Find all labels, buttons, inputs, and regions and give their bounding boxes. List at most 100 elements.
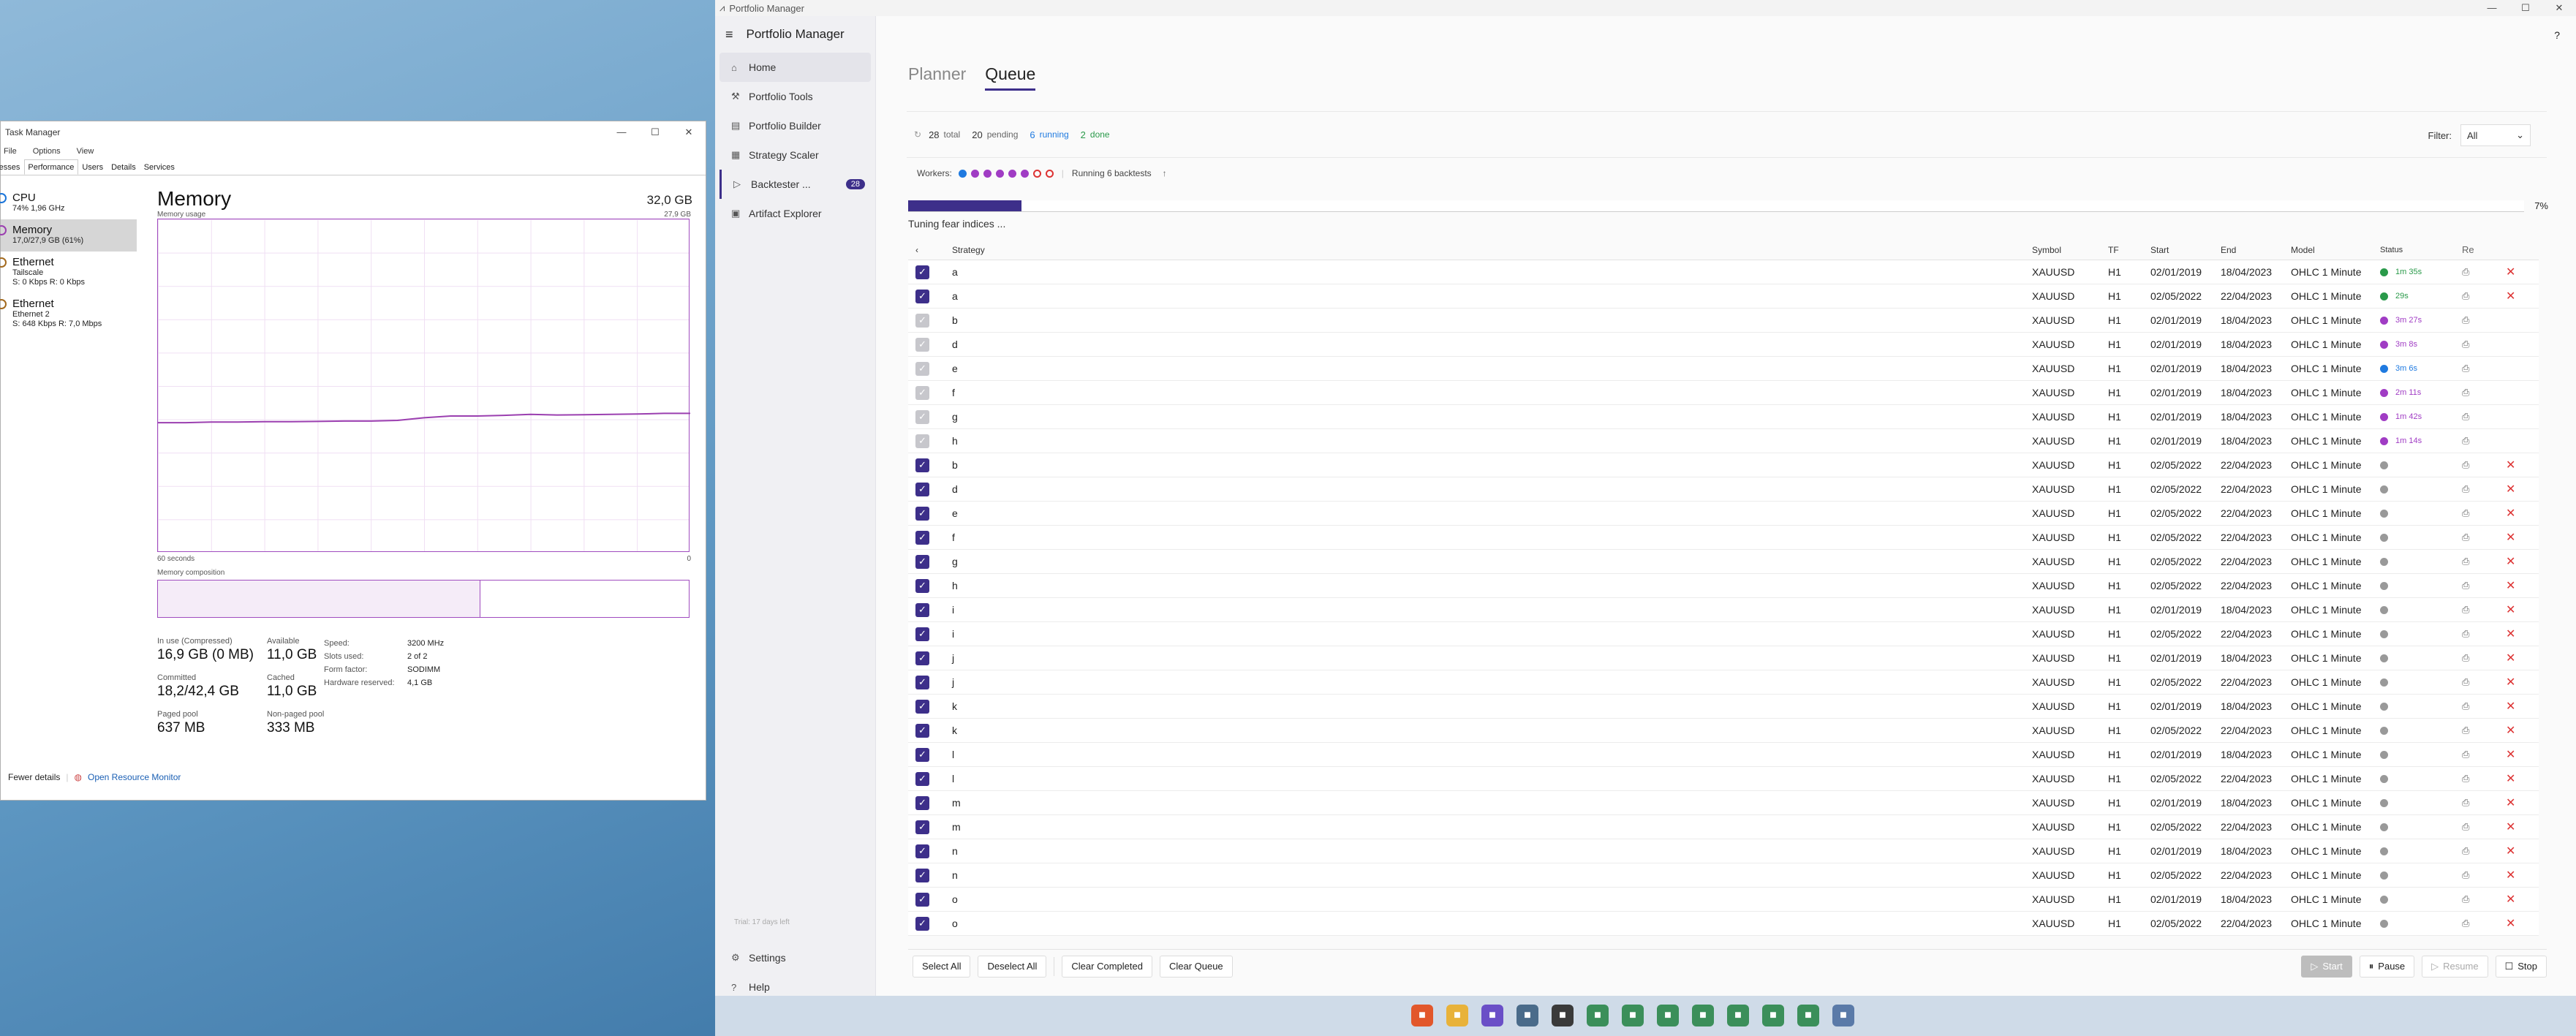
- row-checkbox[interactable]: ✓: [915, 458, 929, 472]
- terminal-icon[interactable]: ■: [1692, 1005, 1714, 1026]
- remove-icon[interactable]: ✕: [2506, 458, 2535, 472]
- remove-icon[interactable]: ✕: [2506, 795, 2535, 810]
- row-checkbox[interactable]: ✓: [915, 482, 929, 496]
- report-icon[interactable]: ⎙: [2462, 459, 2506, 471]
- report-icon[interactable]: ⎙: [2462, 628, 2506, 640]
- filter-select[interactable]: All ⌄: [2460, 124, 2531, 146]
- maximize-icon[interactable]: ☐: [638, 126, 672, 138]
- close-icon[interactable]: ✕: [2542, 2, 2576, 14]
- row-checkbox[interactable]: ✓: [915, 892, 929, 907]
- pause-button[interactable]: ⏸ Pause: [2359, 955, 2415, 978]
- table-row[interactable]: ✓ e XAUUSD H1 02/01/2019 18/04/2023 OHLC 1 Min…: [908, 357, 2539, 381]
- terminal-icon[interactable]: ■: [1622, 1005, 1644, 1026]
- row-checkbox[interactable]: ✓: [915, 385, 929, 400]
- resume-button[interactable]: ▷ Resume: [2422, 955, 2488, 978]
- col-status[interactable]: Status: [2380, 246, 2462, 254]
- table-row[interactable]: ✓ k XAUUSD H1 02/05/2022 22/04/2023 OHLC 1 Min…: [908, 719, 2539, 743]
- file-explorer-icon[interactable]: ■: [1446, 1005, 1468, 1026]
- col-tf[interactable]: TF: [2108, 245, 2150, 255]
- menu-file[interactable]: File: [4, 147, 17, 156]
- row-checkbox[interactable]: ✓: [915, 554, 929, 569]
- row-checkbox[interactable]: ✓: [915, 916, 929, 931]
- remove-icon[interactable]: ✕: [2506, 820, 2535, 834]
- table-row[interactable]: ✓ d XAUUSD H1 02/05/2022 22/04/2023 OHLC 1 Min…: [908, 477, 2539, 502]
- table-row[interactable]: ✓ f XAUUSD H1 02/01/2019 18/04/2023 OHLC 1 Min…: [908, 381, 2539, 405]
- report-icon[interactable]: ⎙: [2462, 797, 2506, 809]
- terminal-icon[interactable]: ■: [1657, 1005, 1679, 1026]
- remove-icon[interactable]: ✕: [2506, 602, 2535, 617]
- menu-options[interactable]: Options: [33, 147, 61, 156]
- table-row[interactable]: ✓ h XAUUSD H1 02/05/2022 22/04/2023 OHLC 1 Min…: [908, 574, 2539, 598]
- brave-icon[interactable]: ■: [1411, 1005, 1433, 1026]
- tab-services[interactable]: Services: [140, 159, 179, 175]
- remove-icon[interactable]: ✕: [2506, 916, 2535, 931]
- tab-queue[interactable]: Queue: [985, 64, 1036, 91]
- terminal-icon[interactable]: ■: [1762, 1005, 1784, 1026]
- row-checkbox[interactable]: ✓: [915, 602, 929, 617]
- table-row[interactable]: ✓ n XAUUSD H1 02/05/2022 22/04/2023 OHLC 1 Min…: [908, 863, 2539, 888]
- report-icon[interactable]: ⎙: [2462, 580, 2506, 591]
- table-row[interactable]: ✓ k XAUUSD H1 02/01/2019 18/04/2023 OHLC 1 Min…: [908, 695, 2539, 719]
- table-row[interactable]: ✓ f XAUUSD H1 02/05/2022 22/04/2023 OHLC 1 Min…: [908, 526, 2539, 550]
- remove-icon[interactable]: ✕: [2506, 675, 2535, 689]
- table-row[interactable]: ✓ g XAUUSD H1 02/05/2022 22/04/2023 OHLC 1 Min…: [908, 550, 2539, 574]
- sidebar-item-artifact-explorer[interactable]: ▣ Artifact Explorer: [719, 199, 871, 228]
- report-icon[interactable]: ⎙: [2462, 435, 2506, 447]
- hamburger-menu-icon[interactable]: ≡: [725, 27, 733, 42]
- remove-icon[interactable]: ✕: [2506, 747, 2535, 762]
- table-row[interactable]: ✓ d XAUUSD H1 02/01/2019 18/04/2023 OHLC 1 Min…: [908, 333, 2539, 357]
- help-icon[interactable]: ?: [2554, 29, 2560, 41]
- report-icon[interactable]: ⎙: [2462, 893, 2506, 905]
- table-row[interactable]: ✓ n XAUUSD H1 02/01/2019 18/04/2023 OHLC 1 Min…: [908, 839, 2539, 863]
- remove-icon[interactable]: ✕: [2506, 578, 2535, 593]
- sidebar-item-strategy-scaler[interactable]: ▦ Strategy Scaler: [719, 140, 871, 170]
- table-row[interactable]: ✓ i XAUUSD H1 02/01/2019 18/04/2023 OHLC 1 Min…: [908, 598, 2539, 622]
- row-checkbox[interactable]: ✓: [915, 289, 929, 303]
- sidebar-item-ethernet-2[interactable]: Ethernet Ethernet 2 S: 648 Kbps R: 7,0 M…: [0, 293, 137, 335]
- sidebar-item-backtester[interactable]: ▷ Backtester ... 28: [719, 170, 871, 199]
- report-icon[interactable]: ⎙: [2462, 483, 2506, 495]
- close-icon[interactable]: ✕: [672, 126, 706, 138]
- report-icon[interactable]: ⎙: [2462, 387, 2506, 398]
- table-row[interactable]: ✓ m XAUUSD H1 02/05/2022 22/04/2023 OHLC 1 Min…: [908, 815, 2539, 839]
- tab-details[interactable]: Details: [107, 159, 140, 175]
- table-row[interactable]: ✓ h XAUUSD H1 02/01/2019 18/04/2023 OHLC 1 Min…: [908, 429, 2539, 453]
- report-icon[interactable]: ⎙: [2462, 821, 2506, 833]
- row-checkbox[interactable]: ✓: [915, 627, 929, 641]
- report-icon[interactable]: ⎙: [2462, 749, 2506, 760]
- portfolio-icon[interactable]: ■: [1552, 1005, 1574, 1026]
- table-row[interactable]: ✓ l XAUUSD H1 02/05/2022 22/04/2023 OHLC 1 Min…: [908, 767, 2539, 791]
- col-model[interactable]: Model: [2291, 245, 2380, 255]
- row-checkbox[interactable]: ✓: [915, 409, 929, 424]
- row-checkbox[interactable]: ✓: [915, 506, 929, 521]
- row-checkbox[interactable]: ✓: [915, 434, 929, 448]
- tab-performance[interactable]: Performance: [24, 159, 79, 175]
- fewer-details-link[interactable]: Fewer details: [1, 772, 60, 782]
- remove-icon[interactable]: ✕: [2506, 554, 2535, 569]
- row-checkbox[interactable]: ✓: [915, 313, 929, 328]
- stop-button[interactable]: ☐ Stop: [2495, 955, 2547, 978]
- remove-icon[interactable]: ✕: [2506, 265, 2535, 279]
- remove-icon[interactable]: ✕: [2506, 289, 2535, 303]
- remove-icon[interactable]: ✕: [2506, 627, 2535, 641]
- table-row[interactable]: ✓ j XAUUSD H1 02/05/2022 22/04/2023 OHLC 1 Min…: [908, 670, 2539, 695]
- remove-icon[interactable]: ✕: [2506, 699, 2535, 714]
- row-checkbox[interactable]: ✓: [915, 337, 929, 352]
- start-button[interactable]: ▷ Start: [2301, 955, 2352, 978]
- col-strategy[interactable]: Strategy: [952, 245, 2032, 255]
- table-row[interactable]: ✓ o XAUUSD H1 02/05/2022 22/04/2023 OHLC 1 Min…: [908, 912, 2539, 936]
- row-checkbox[interactable]: ✓: [915, 361, 929, 376]
- report-icon[interactable]: ⎙: [2462, 676, 2506, 688]
- remove-icon[interactable]: ✕: [2506, 771, 2535, 786]
- table-row[interactable]: ✓ l XAUUSD H1 02/01/2019 18/04/2023 OHLC 1 Min…: [908, 743, 2539, 767]
- row-checkbox[interactable]: ✓: [915, 578, 929, 593]
- task-manager-icon[interactable]: ■: [1832, 1005, 1854, 1026]
- expand-icon[interactable]: ↑: [1163, 168, 1167, 178]
- report-icon[interactable]: ⎙: [2462, 918, 2506, 929]
- report-icon[interactable]: ⎙: [2462, 363, 2506, 374]
- report-icon[interactable]: ⎙: [2462, 556, 2506, 567]
- report-icon[interactable]: ⎙: [2462, 845, 2506, 857]
- minimize-icon[interactable]: —: [2475, 2, 2509, 14]
- table-row[interactable]: ✓ m XAUUSD H1 02/01/2019 18/04/2023 OHLC 1 Min…: [908, 791, 2539, 815]
- report-icon[interactable]: ⎙: [2462, 700, 2506, 712]
